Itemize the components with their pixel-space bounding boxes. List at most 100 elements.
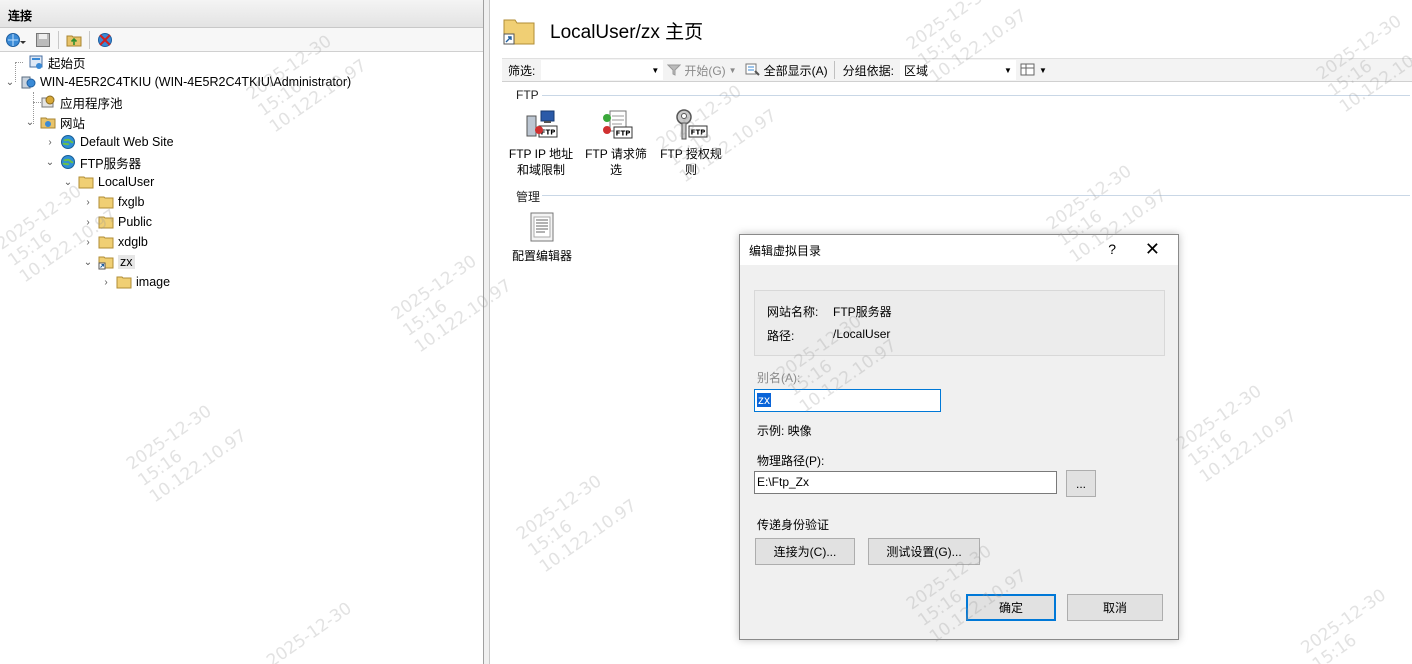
- filter-bar: 筛选: ▼ 开始(G) ▼ 全部显示(A) 分组依据: 区域 ▼ ▼: [502, 58, 1412, 82]
- chevron-right-icon[interactable]: ›: [82, 217, 94, 228]
- chevron-right-icon[interactable]: ›: [82, 197, 94, 208]
- tree-item-sites[interactable]: ⌄ 网站: [24, 112, 85, 132]
- filter-input[interactable]: ▼: [541, 60, 664, 80]
- folder-icon: [98, 236, 114, 249]
- browse-button[interactable]: ...: [1066, 470, 1096, 497]
- pass-through-auth-label: 传递身份验证: [757, 518, 830, 532]
- show-all-icon: [745, 63, 760, 76]
- tree-item-start-page[interactable]: 起始页: [12, 52, 86, 72]
- tree-item-label: 起始页: [48, 56, 86, 71]
- feature-ftp-authorization-rules[interactable]: FTP FTP 授权规 则: [655, 108, 727, 178]
- chevron-down-icon[interactable]: ⌄: [44, 157, 56, 168]
- funnel-icon: [667, 64, 682, 76]
- connections-toolbar: [0, 28, 483, 52]
- path-row: 路径: /LocalUser: [767, 327, 891, 343]
- feature-configuration-editor[interactable]: 配置编辑器: [506, 210, 578, 264]
- toolbar-separator: [89, 30, 90, 49]
- tree-item-app-pools[interactable]: 应用程序池: [24, 92, 123, 112]
- tree-item-public[interactable]: › Public: [82, 212, 152, 232]
- tree-item-label: Default Web Site: [80, 135, 174, 149]
- page-header: LocalUser/zx 主页: [502, 14, 703, 46]
- page-title: LocalUser/zx 主页: [550, 21, 704, 43]
- group-by-select[interactable]: 区域 ▼: [899, 60, 1016, 80]
- tree-item-zx[interactable]: ⌄ zx: [82, 252, 135, 272]
- tree-item-label: fxglb: [118, 195, 145, 209]
- tree-item-label: 网站: [60, 116, 86, 131]
- chevron-down-icon[interactable]: ⌄: [4, 77, 16, 88]
- connections-header: 连接: [0, 0, 483, 28]
- close-button[interactable]: ✕: [1145, 239, 1160, 260]
- sites-folder-icon: [40, 117, 56, 129]
- configuration-editor-icon: [530, 212, 554, 242]
- chevron-down-icon[interactable]: ⌄: [24, 117, 36, 128]
- up-level-button[interactable]: [63, 30, 85, 50]
- start-page-icon: [29, 55, 43, 69]
- toolbar-separator: [833, 61, 835, 79]
- ok-button[interactable]: 确定: [966, 594, 1056, 621]
- section-ftp-label: FTP: [516, 88, 539, 102]
- globe-connect-icon: [6, 32, 26, 47]
- disconnect-button[interactable]: [94, 30, 116, 50]
- tree-item-default-web-site[interactable]: › Default Web Site: [44, 132, 174, 152]
- connect-as-button[interactable]: 连接为(C)...: [755, 538, 855, 565]
- tree-item-server[interactable]: ⌄ WIN-4E5R2C4TKIU (WIN-4E5R2C4TKIU\Admin…: [4, 72, 351, 92]
- site-name-row: 网站名称: FTP服务器: [767, 305, 892, 319]
- tree-item-label: WIN-4E5R2C4TKIU (WIN-4E5R2C4TKIU\Adminis…: [40, 75, 352, 89]
- dialog-title: 编辑虚拟目录: [749, 243, 822, 258]
- physical-path-input[interactable]: E:\Ftp_Zx: [754, 471, 1057, 494]
- alias-input[interactable]: zx: [754, 389, 941, 412]
- section-divider: [542, 195, 1410, 196]
- tree-item-localuser[interactable]: ⌄ LocalUser: [62, 172, 154, 192]
- folder-icon: [116, 276, 132, 289]
- view-mode-button[interactable]: ▼: [1016, 63, 1051, 77]
- site-info-box: 网站名称: FTP服务器 路径: /LocalUser: [754, 290, 1165, 356]
- dropdown-arrow-icon: ▼: [651, 65, 660, 75]
- ftp-authorization-icon: FTP: [676, 109, 708, 140]
- virtual-dir-icon: [98, 256, 114, 270]
- globe-icon: [61, 155, 75, 169]
- tree-item-fxglb[interactable]: › fxglb: [82, 192, 144, 212]
- cancel-button[interactable]: 取消: [1067, 594, 1163, 621]
- folder-icon: [98, 196, 114, 209]
- show-all-button[interactable]: 全部显示(A): [741, 62, 832, 79]
- chevron-down-icon[interactable]: ⌄: [82, 257, 94, 268]
- tree-item-label: Public: [118, 215, 153, 229]
- chevron-down-icon[interactable]: ⌄: [62, 177, 74, 188]
- dropdown-arrow-icon: ▼: [1038, 65, 1047, 75]
- alias-label: 别名(A):: [757, 371, 801, 385]
- start-filter-button[interactable]: 开始(G) ▼: [663, 62, 740, 79]
- connections-tree: 起始页 ⌄ WIN-4E5R2C4TKIU (WIN-4E5R2C4TKIU\A…: [0, 52, 483, 289]
- folder-icon: [98, 216, 114, 229]
- ftp-request-filtering-icon: FTP: [603, 110, 633, 139]
- tree-item-label: image: [136, 275, 171, 289]
- virtual-dir-icon: [503, 19, 535, 45]
- chevron-right-icon[interactable]: ›: [100, 277, 112, 288]
- folder-icon: [78, 176, 94, 189]
- help-button[interactable]: ?: [1108, 241, 1116, 257]
- toolbar-separator: [58, 30, 59, 49]
- group-by-label: 分组依据:: [842, 63, 894, 78]
- section-management-label: 管理: [516, 190, 541, 204]
- connections-pane: 连接 起始页 ⌄ WIN-4E5R2C4TKIU (WIN-4E5R2C4TKI…: [0, 0, 484, 664]
- tree-item-xdglb[interactable]: › xdglb: [82, 232, 148, 252]
- feature-ftp-ip-restrictions[interactable]: FTP FTP IP 地址 和域限制: [505, 108, 577, 178]
- folder-up-icon: [66, 35, 82, 46]
- dialog-titlebar: 编辑虚拟目录 ? ✕: [740, 235, 1178, 265]
- chevron-right-icon[interactable]: ›: [44, 137, 56, 148]
- tree-item-image[interactable]: › image: [100, 272, 170, 292]
- connect-button[interactable]: [2, 30, 30, 50]
- test-settings-button[interactable]: 测试设置(G)...: [868, 538, 980, 565]
- filter-label: 筛选:: [508, 63, 536, 78]
- save-button[interactable]: [32, 30, 54, 50]
- save-icon: [36, 32, 50, 47]
- view-icon: [1020, 63, 1035, 76]
- physical-path-label: 物理路径(P):: [757, 454, 825, 468]
- tree-item-ftp-server[interactable]: ⌄ FTP服务器: [44, 152, 141, 172]
- tree-item-label: LocalUser: [98, 175, 155, 189]
- server-icon: [21, 76, 36, 89]
- svg-text:FTP: FTP: [616, 130, 631, 138]
- disconnect-icon: [98, 32, 112, 47]
- feature-ftp-request-filtering[interactable]: FTP FTP 请求筛 选: [580, 108, 652, 178]
- chevron-right-icon[interactable]: ›: [82, 237, 94, 248]
- edit-virtual-directory-dialog: 编辑虚拟目录 ? ✕ 网站名称: FTP服务器 路径: /LocalUser 别…: [739, 234, 1179, 640]
